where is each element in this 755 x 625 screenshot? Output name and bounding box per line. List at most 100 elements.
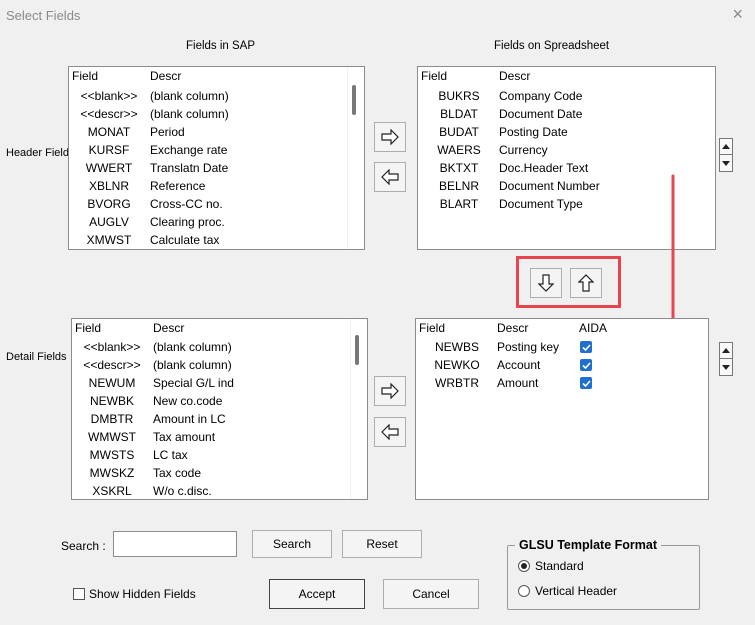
- field-description: (blank column): [150, 107, 229, 121]
- descr-column-header: Descr: [499, 69, 531, 83]
- aida-checkbox[interactable]: [580, 377, 592, 389]
- field-code: NEWBS: [434, 340, 479, 354]
- sap-header-fields-list[interactable]: Field Descr <<blank>> (blank column) <<des…: [68, 66, 365, 250]
- field-code: WRBTR: [435, 376, 479, 390]
- scroll-thumb[interactable]: [355, 335, 359, 365]
- field-description: Exchange rate: [150, 143, 228, 157]
- arrow-left-icon: [381, 424, 399, 440]
- field-description: Translatn Date: [150, 161, 229, 175]
- list-item[interactable]: XMWST Calculate tax: [69, 231, 364, 249]
- list-item[interactable]: MONAT Period: [69, 123, 364, 141]
- spreadsheet-detail-fields-list[interactable]: Field Descr AIDA NEWBS Posting key NEWKO Ac…: [415, 318, 709, 500]
- field-code: BUDAT: [439, 125, 479, 139]
- list-item[interactable]: WWERT Translatn Date: [69, 159, 364, 177]
- field-code: NEWUM: [88, 376, 136, 390]
- move-field-down-button[interactable]: [530, 268, 562, 298]
- show-hidden-fields-label: Show Hidden Fields: [89, 587, 196, 601]
- list-item[interactable]: NEWBK New co.code: [72, 392, 367, 410]
- list-item[interactable]: BVORG Cross-CC no.: [69, 195, 364, 213]
- field-description: Amount in LC: [153, 412, 226, 426]
- descr-column-header: Descr: [497, 321, 529, 335]
- standard-radio-label: Standard: [535, 559, 584, 573]
- aida-checkbox[interactable]: [580, 359, 592, 371]
- header-order-spinner[interactable]: [719, 138, 733, 172]
- move-up-arrow-icon[interactable]: [720, 343, 732, 359]
- list-item[interactable]: NEWUM Special G/L ind: [72, 374, 367, 392]
- standard-radio[interactable]: [518, 560, 530, 572]
- field-column-header: Field: [419, 321, 446, 335]
- arrow-down-icon: [538, 274, 554, 292]
- descr-column-header: Descr: [153, 321, 185, 335]
- close-icon[interactable]: ×: [732, 4, 743, 25]
- detail-order-spinner[interactable]: [719, 342, 733, 376]
- sap-fields-heading: Fields in SAP: [186, 40, 256, 52]
- field-description: Period: [150, 125, 185, 139]
- field-description: Amount: [497, 376, 539, 390]
- vertical-header-radio[interactable]: [518, 585, 530, 597]
- move-field-up-button[interactable]: [570, 268, 602, 298]
- aida-checkbox[interactable]: [580, 341, 592, 353]
- list-item[interactable]: <<blank>> (blank column): [69, 87, 364, 105]
- list-item[interactable]: NEWBS Posting key: [416, 338, 708, 356]
- cancel-button[interactable]: Cancel: [383, 579, 479, 609]
- field-code: <<descr>>: [80, 107, 138, 121]
- search-input[interactable]: [113, 531, 237, 557]
- remove-detail-field-button[interactable]: [374, 417, 406, 447]
- list-item[interactable]: WMWST Tax amount: [72, 428, 367, 446]
- list-item[interactable]: <<descr>> (blank column): [72, 356, 367, 374]
- field-description: Company Code: [499, 89, 583, 103]
- field-description: Cross-CC no.: [150, 197, 223, 211]
- list-item[interactable]: WRBTR Amount: [416, 374, 708, 392]
- add-header-field-button[interactable]: [374, 122, 406, 152]
- add-detail-field-button[interactable]: [374, 376, 406, 406]
- detail-fields-label: Detail Fields: [6, 351, 67, 363]
- list-item[interactable]: XSKRL W/o c.disc.: [72, 482, 367, 499]
- field-description: W/o c.disc.: [153, 484, 212, 498]
- aida-column-header: AIDA: [579, 321, 608, 335]
- list-item[interactable]: MWSKZ Tax code: [72, 464, 367, 482]
- field-code: NEWBK: [89, 394, 134, 408]
- move-down-arrow-icon[interactable]: [720, 359, 732, 375]
- field-description: (blank column): [150, 89, 229, 103]
- arrow-up-icon: [578, 274, 594, 292]
- list-item[interactable]: BUDAT Posting Date: [418, 123, 715, 141]
- search-label: Search :: [61, 539, 106, 553]
- field-code: XMWST: [86, 233, 132, 247]
- list-item[interactable]: KURSF Exchange rate: [69, 141, 364, 159]
- list-item[interactable]: MWSTS LC tax: [72, 446, 367, 464]
- vertical-header-radio-label: Vertical Header: [535, 584, 618, 598]
- sap-detail-fields-list[interactable]: Field Descr <<blank>> (blank column) <<des…: [71, 318, 368, 500]
- list-item[interactable]: XBLNR Reference: [69, 177, 364, 195]
- list-item[interactable]: BUKRS Company Code: [418, 87, 715, 105]
- reset-button[interactable]: Reset: [342, 530, 422, 558]
- show-hidden-fields-checkbox[interactable]: [73, 588, 85, 600]
- field-column-header: Field: [421, 69, 448, 83]
- move-up-arrow-icon[interactable]: [720, 139, 732, 155]
- list-item[interactable]: <<blank>> (blank column): [72, 338, 367, 356]
- template-format-title: GLSU Template Format: [515, 538, 661, 552]
- arrow-right-icon: [381, 383, 399, 399]
- list-item[interactable]: AUGLV Clearing proc.: [69, 213, 364, 231]
- scroll-thumb[interactable]: [352, 85, 356, 115]
- field-code: XSKRL: [92, 484, 132, 498]
- list-item[interactable]: BLDAT Document Date: [418, 105, 715, 123]
- list-item[interactable]: DMBTR Amount in LC: [72, 410, 367, 428]
- list-item[interactable]: <<descr>> (blank column): [69, 105, 364, 123]
- field-code: BUKRS: [438, 89, 480, 103]
- field-code: WWERT: [85, 161, 133, 175]
- field-code: DMBTR: [90, 412, 134, 426]
- scrollbar[interactable]: [347, 67, 364, 249]
- scrollbar[interactable]: [350, 319, 367, 499]
- field-description: (blank column): [153, 358, 232, 372]
- list-item[interactable]: WAERS Currency: [418, 141, 715, 159]
- search-button[interactable]: Search: [252, 530, 332, 558]
- field-code: WAERS: [437, 143, 481, 157]
- accept-button[interactable]: Accept: [269, 579, 365, 609]
- remove-header-field-button[interactable]: [374, 162, 406, 192]
- list-item[interactable]: NEWKO Account: [416, 356, 708, 374]
- field-description: Reference: [150, 179, 206, 193]
- field-code: <<descr>>: [83, 358, 141, 372]
- field-code: NEWKO: [434, 358, 480, 372]
- field-code: WMWST: [88, 430, 136, 444]
- move-down-arrow-icon[interactable]: [720, 155, 732, 171]
